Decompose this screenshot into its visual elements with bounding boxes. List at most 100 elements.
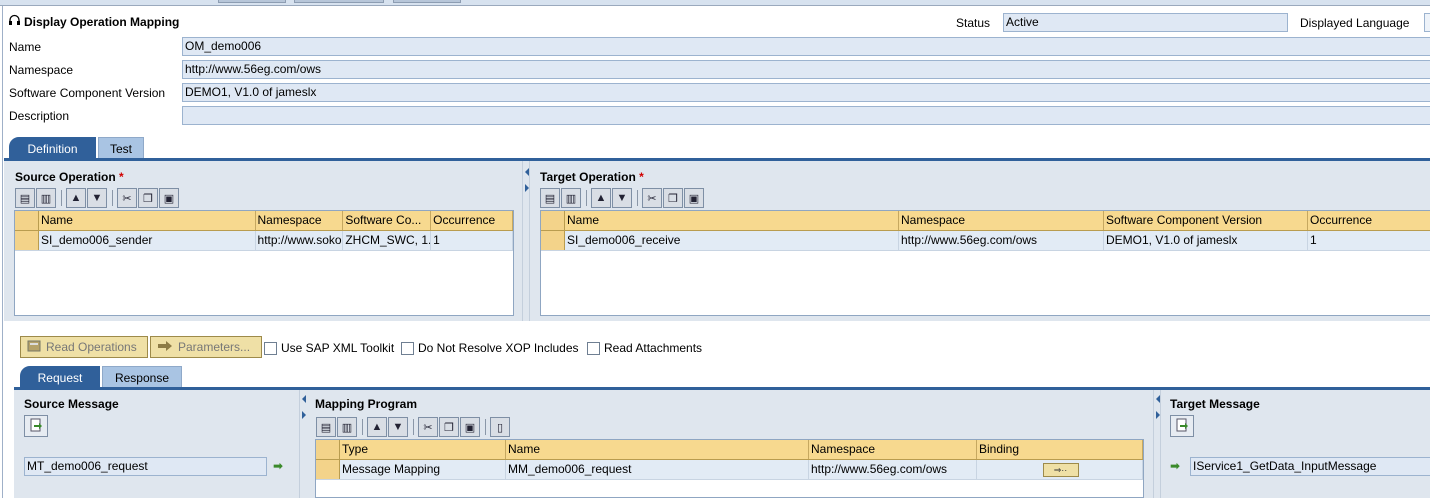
move-down-icon[interactable]: ▼ <box>612 188 632 208</box>
tab-request[interactable]: Request <box>20 366 100 388</box>
move-down-icon[interactable]: ▼ <box>388 417 408 437</box>
cut-icon[interactable]: ✂ <box>418 417 438 437</box>
toolbar-separator <box>485 419 486 435</box>
checkbox-box[interactable] <box>264 341 277 355</box>
cell-namespace[interactable]: http://www.soko <box>256 231 344 250</box>
mapping-program-toolbar: ▤ ▥ ▲ ▼ ✂ ❐ ▣ ▯ <box>316 416 511 438</box>
insert-row-icon[interactable]: ▤ <box>15 188 35 208</box>
read-attachments-checkbox[interactable]: Read Attachments <box>587 341 702 355</box>
copy-icon[interactable]: ❐ <box>439 417 459 437</box>
cut-icon[interactable]: ✂ <box>117 188 137 208</box>
top-strip-button[interactable] <box>294 0 384 3</box>
read-operations-button[interactable]: Read Operations <box>20 336 148 358</box>
top-strip-button[interactable] <box>393 0 461 3</box>
column-header-namespace[interactable]: Namespace <box>256 211 344 230</box>
page-title: Display Operation Mapping <box>8 14 179 30</box>
cell-binding[interactable]: ⇒·· <box>977 460 1143 479</box>
move-down-icon[interactable]: ▼ <box>87 188 107 208</box>
namespace-field: http://www.56eg.com/ows <box>182 60 1430 79</box>
column-header-swcv[interactable]: Software Component Version <box>1104 211 1308 230</box>
top-toolbar-strip <box>0 0 1430 6</box>
cell-name[interactable]: SI_demo006_receive <box>565 231 899 250</box>
tab-test[interactable]: Test <box>98 137 144 159</box>
delete-row-icon[interactable]: ▥ <box>36 188 56 208</box>
column-header-type[interactable]: Type <box>340 440 506 459</box>
select-source-message-button[interactable] <box>24 415 48 437</box>
row-selector-header[interactable] <box>15 211 39 230</box>
cell-name[interactable]: MM_demo006_request <box>506 460 809 479</box>
panel-splitter[interactable] <box>1153 390 1161 498</box>
cell-swcv[interactable]: ZHCM_SWC, 1. <box>343 231 432 250</box>
grid-header: Name Namespace Software Component Versio… <box>541 211 1430 231</box>
row-selector[interactable] <box>316 460 340 479</box>
cell-namespace[interactable]: http://www.56eg.com/ows <box>809 460 977 479</box>
row-selector-header[interactable] <box>541 211 565 230</box>
status-label: Status <box>956 16 991 30</box>
cell-name[interactable]: SI_demo006_sender <box>39 231 256 250</box>
cell-namespace[interactable]: http://www.56eg.com/ows <box>899 231 1104 250</box>
column-header-name[interactable]: Name <box>39 211 256 230</box>
move-up-icon[interactable]: ▲ <box>367 417 387 437</box>
column-header-namespace[interactable]: Namespace <box>899 211 1104 230</box>
row-selector-header[interactable] <box>316 440 340 459</box>
delete-row-icon[interactable]: ▥ <box>337 417 357 437</box>
row-selector[interactable] <box>541 231 565 250</box>
grid-header: Type Name Namespace Binding <box>316 440 1143 460</box>
cut-icon[interactable]: ✂ <box>642 188 662 208</box>
headset-icon <box>8 14 21 30</box>
checkbox-label: Use SAP XML Toolkit <box>281 341 395 355</box>
description-label: Description <box>9 109 70 123</box>
cell-occurrence[interactable]: 1 <box>431 231 514 250</box>
insert-row-icon[interactable]: ▤ <box>316 417 336 437</box>
top-strip-button[interactable] <box>218 0 286 3</box>
toolbar-separator <box>61 190 62 206</box>
panel-splitter[interactable] <box>522 161 530 321</box>
move-up-icon[interactable]: ▲ <box>66 188 86 208</box>
cell-swcv[interactable]: DEMO1, V1.0 of jameslx <box>1104 231 1308 250</box>
column-header-binding[interactable]: Binding <box>977 440 1143 459</box>
move-up-icon[interactable]: ▲ <box>591 188 611 208</box>
parameters-button[interactable]: Parameters... <box>150 336 262 358</box>
cell-type[interactable]: Message Mapping <box>340 460 506 479</box>
table-row[interactable]: SI_demo006_receive http://www.56eg.com/o… <box>541 231 1430 251</box>
swcv-field: DEMO1, V1.0 of jameslx <box>182 83 1430 102</box>
do-not-resolve-xop-checkbox[interactable]: Do Not Resolve XOP Includes <box>401 341 579 355</box>
column-header-occurrence[interactable]: Occurrence <box>431 211 514 230</box>
copy-icon[interactable]: ❐ <box>663 188 683 208</box>
panel-splitter[interactable] <box>299 390 307 498</box>
copy-icon[interactable]: ❐ <box>138 188 158 208</box>
select-target-message-button[interactable] <box>1170 415 1194 437</box>
row-selector[interactable] <box>15 231 39 250</box>
cell-occurrence[interactable]: 1 <box>1308 231 1430 250</box>
paste-icon[interactable]: ▣ <box>159 188 179 208</box>
checkbox-box[interactable] <box>587 341 600 355</box>
description-field[interactable] <box>182 106 1430 125</box>
select-message-icon <box>29 418 43 435</box>
insert-row-icon[interactable]: ▤ <box>540 188 560 208</box>
column-header-namespace[interactable]: Namespace <box>809 440 977 459</box>
toolbar-separator <box>586 190 587 206</box>
required-marker: * <box>639 170 644 184</box>
paste-icon[interactable]: ▣ <box>684 188 704 208</box>
column-header-swcv[interactable]: Software Co... <box>343 211 432 230</box>
delete-row-icon[interactable]: ▥ <box>561 188 581 208</box>
parameters-label: Parameters... <box>178 340 251 354</box>
namespace-label: Namespace <box>9 63 74 77</box>
table-row[interactable]: SI_demo006_sender http://www.soko ZHCM_S… <box>15 231 514 251</box>
paste-icon[interactable]: ▣ <box>460 417 480 437</box>
arrow-right-icon <box>157 340 173 355</box>
binding-button[interactable]: ⇒·· <box>1042 462 1079 477</box>
checkbox-label: Do Not Resolve XOP Includes <box>418 341 579 355</box>
mapping-program-grid: Type Name Namespace Binding Message Mapp… <box>315 439 1144 498</box>
tab-definition[interactable]: Definition <box>9 137 96 159</box>
read-operations-label: Read Operations <box>46 340 137 354</box>
displayed-language-field[interactable] <box>1424 13 1430 32</box>
checkbox-box[interactable] <box>401 341 414 355</box>
table-row[interactable]: Message Mapping MM_demo006_request http:… <box>316 460 1143 480</box>
column-header-name[interactable]: Name <box>506 440 809 459</box>
column-header-occurrence[interactable]: Occurrence <box>1308 211 1430 230</box>
column-header-name[interactable]: Name <box>565 211 899 230</box>
use-sap-xml-toolkit-checkbox[interactable]: Use SAP XML Toolkit <box>264 341 394 355</box>
document-icon[interactable]: ▯ <box>490 417 510 437</box>
tab-response[interactable]: Response <box>102 366 182 388</box>
